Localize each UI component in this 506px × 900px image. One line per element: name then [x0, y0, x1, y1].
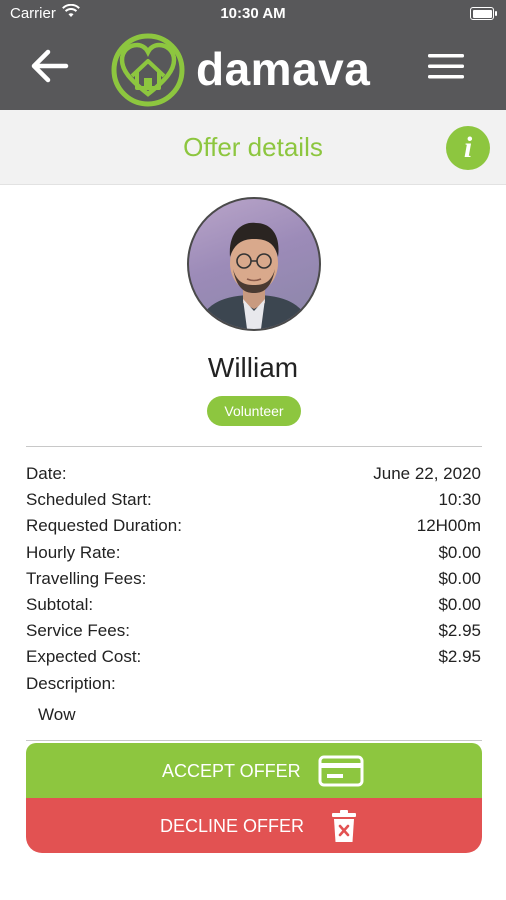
- description-text: Wow: [38, 705, 76, 724]
- detail-row-date: Date: June 22, 2020: [26, 462, 481, 488]
- decline-offer-label: DECLINE OFFER: [160, 816, 305, 836]
- detail-value: $0.00: [438, 594, 481, 614]
- page-title: Offer details: [183, 132, 323, 162]
- detail-row-subtotal: Subtotal: $0.00: [26, 593, 481, 619]
- detail-label: Scheduled Start:: [26, 490, 152, 510]
- detail-row-expected-cost: Expected Cost: $2.95: [26, 645, 481, 671]
- detail-value: $0.00: [438, 542, 481, 562]
- offer-details-list: Date: June 22, 2020 Scheduled Start: 10:…: [26, 462, 481, 698]
- detail-label: Date:: [26, 464, 67, 483]
- divider: [26, 446, 482, 447]
- brand-name: damava: [196, 43, 371, 95]
- detail-label: Subtotal:: [26, 594, 94, 614]
- detail-row-scheduled-start: Scheduled Start: 10:30: [26, 488, 481, 514]
- status-time: 10:30 AM: [220, 5, 286, 22]
- detail-value: $2.95: [438, 621, 481, 641]
- detail-row-travelling-fees: Travelling Fees: $0.00: [26, 567, 481, 593]
- detail-label: Hourly Rate:: [26, 542, 121, 562]
- detail-label: Requested Duration:: [26, 516, 182, 536]
- detail-value: 12H00m: [416, 516, 481, 536]
- detail-value: $0.00: [438, 568, 481, 588]
- detail-row-service-fees: Service Fees: $2.95: [26, 619, 481, 645]
- decline-offer-button[interactable]: DECLINE OFFER: [26, 798, 482, 853]
- page-title-bar: Offer details i: [0, 110, 506, 185]
- avatar: [187, 197, 321, 331]
- detail-label: Travelling Fees:: [26, 568, 147, 588]
- heart-home-logo: [111, 33, 185, 107]
- profile-name: William: [207, 352, 299, 383]
- info-icon[interactable]: i: [446, 126, 490, 170]
- accept-offer-button[interactable]: ACCEPT OFFER: [26, 743, 482, 798]
- detail-value: 10:30: [438, 490, 481, 510]
- detail-row-description: Description:: [26, 672, 481, 698]
- divider: [26, 740, 482, 741]
- detail-row-hourly-rate: Hourly Rate: $0.00: [26, 541, 481, 567]
- detail-row-requested-duration: Requested Duration: 12H00m: [26, 514, 481, 540]
- app-header: damava: [0, 28, 506, 110]
- detail-label: Description:: [26, 673, 116, 693]
- credit-card-icon: [318, 755, 364, 787]
- role-badge: Volunteer: [207, 396, 301, 426]
- detail-value: June 22, 2020: [373, 464, 481, 483]
- profile-photo: [197, 222, 311, 329]
- detail-label: Service Fees:: [26, 621, 130, 641]
- battery-icon: [470, 7, 497, 20]
- detail-label: Expected Cost:: [26, 647, 142, 667]
- status-bar: Carrier 10:30 AM: [0, 0, 506, 28]
- accept-offer-label: ACCEPT OFFER: [162, 761, 301, 781]
- hamburger-menu-icon[interactable]: [426, 50, 466, 82]
- trash-icon: [332, 810, 356, 842]
- back-arrow-icon[interactable]: [28, 46, 72, 86]
- detail-value: $2.95: [438, 647, 481, 667]
